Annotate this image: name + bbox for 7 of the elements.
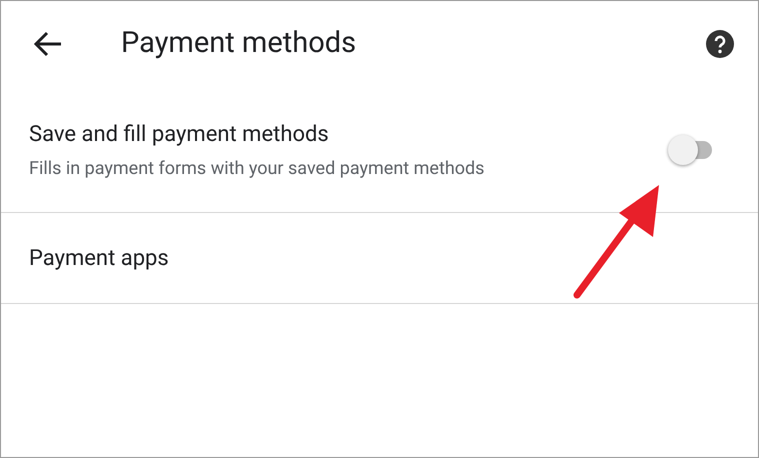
- help-icon[interactable]: [706, 30, 734, 58]
- back-arrow-icon[interactable]: [33, 31, 63, 57]
- setting-description: Fills in payment forms with your saved payment methods: [29, 156, 486, 180]
- toggle-switch[interactable]: [668, 134, 714, 164]
- setting-title: Save and fill payment methods: [29, 120, 330, 148]
- page-title: Payment methods: [121, 25, 358, 62]
- setting-title: Payment apps: [29, 244, 169, 272]
